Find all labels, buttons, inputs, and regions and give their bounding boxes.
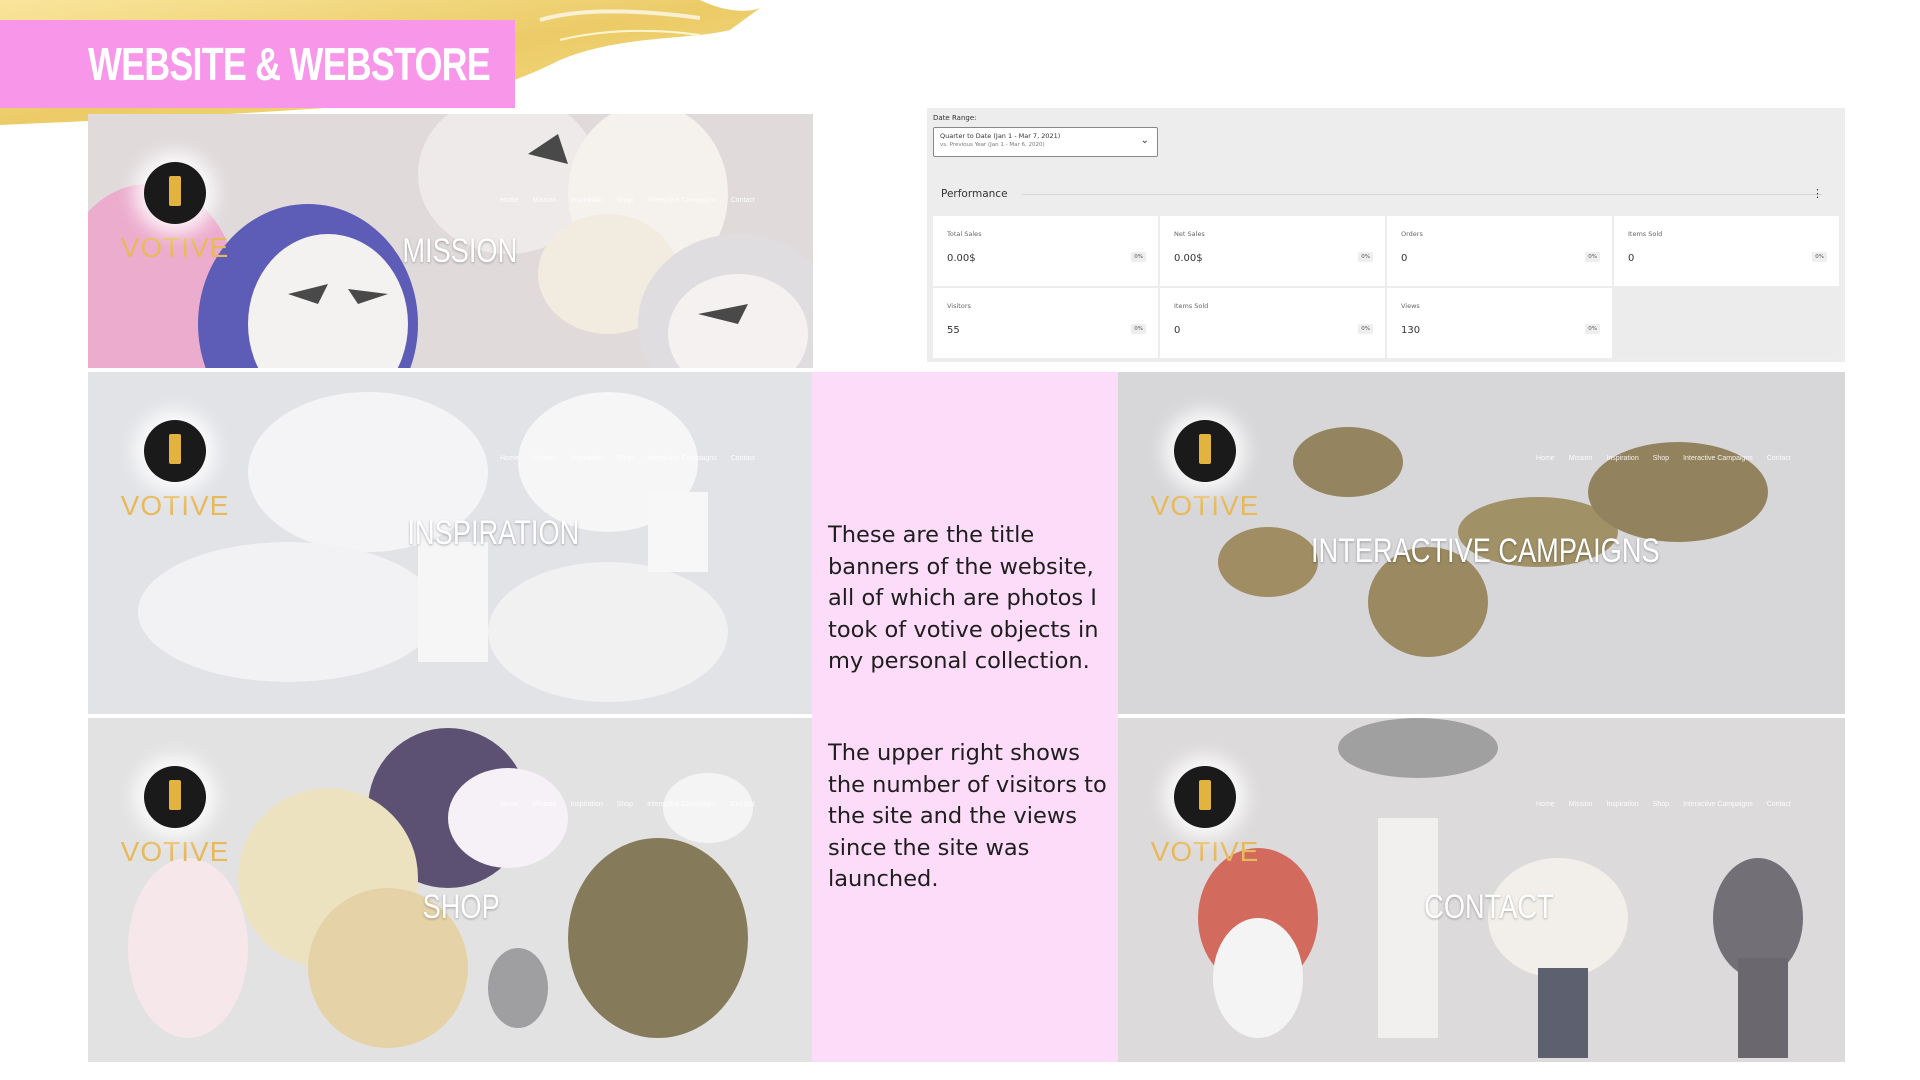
votive-logo[interactable]: VOTIVE — [120, 162, 230, 272]
empty-cell — [1614, 288, 1839, 358]
nav-mission[interactable]: Mission — [1569, 801, 1593, 808]
nav-shop[interactable]: Shop — [617, 197, 633, 204]
nav-inspiration[interactable]: Inspiration — [570, 197, 602, 204]
more-options-icon[interactable]: ⋮ — [1812, 187, 1823, 200]
date-range-label: Date Range: — [933, 114, 977, 122]
change-badge: 0% — [1131, 324, 1146, 334]
site-nav: Home Mission Inspiration Shop Interactiv… — [1536, 455, 1791, 462]
candle-icon — [1174, 766, 1236, 828]
nav-inspiration[interactable]: Inspiration — [1606, 455, 1638, 462]
banner-title: INTERACTIVE CAMPAIGNS — [1311, 532, 1660, 570]
candle-icon — [144, 766, 206, 828]
votive-logo[interactable]: VOTIVE — [120, 766, 230, 876]
slide-title: WEBSITE & WEBSTORE — [88, 38, 491, 90]
date-range-compare: vs. Previous Year (Jan 1 - Mar 6, 2020) — [940, 142, 1045, 148]
nav-interactive-campaigns[interactable]: Interactive Campaigns — [647, 801, 717, 808]
banner-contact: VOTIVE Home Mission Inspiration Shop Int… — [1118, 718, 1845, 1062]
nav-mission[interactable]: Mission — [533, 197, 557, 204]
slide-title-box: WEBSITE & WEBSTORE — [0, 20, 515, 108]
nav-home[interactable]: Home — [500, 197, 519, 204]
nav-shop[interactable]: Shop — [617, 801, 633, 808]
date-range-select[interactable]: Quarter to Date (Jan 1 - Mar 7, 2021) vs… — [933, 127, 1158, 157]
candle-icon — [144, 162, 206, 224]
banner-shop: VOTIVE Home Mission Inspiration Shop Int… — [88, 718, 813, 1062]
nav-mission[interactable]: Mission — [533, 801, 557, 808]
nav-contact[interactable]: Contact — [731, 455, 755, 462]
banner-title: SHOP — [422, 888, 500, 926]
metric-card[interactable]: Views 130 0% — [1387, 288, 1612, 358]
site-nav: Home Mission Inspiration Shop Interactiv… — [500, 197, 755, 204]
change-badge: 0% — [1585, 324, 1600, 334]
nav-inspiration[interactable]: Inspiration — [1606, 801, 1638, 808]
metric-card[interactable]: Items Sold 0 0% — [1160, 288, 1385, 358]
change-badge: 0% — [1358, 324, 1373, 334]
site-nav: Home Mission Inspiration Shop Interactiv… — [1536, 801, 1791, 808]
description-paragraph-2: The upper right shows the number of visi… — [828, 740, 1107, 892]
metric-card[interactable]: Visitors 55 0% — [933, 288, 1158, 358]
candle-icon — [144, 420, 206, 482]
metric-card[interactable]: Net Sales 0.00$ 0% — [1160, 216, 1385, 286]
change-badge: 0% — [1585, 252, 1600, 262]
nav-inspiration[interactable]: Inspiration — [570, 801, 602, 808]
metrics-grid: Total Sales 0.00$ 0% Net Sales 0.00$ 0% … — [933, 216, 1839, 358]
metric-card[interactable]: Orders 0 0% — [1387, 216, 1612, 286]
nav-interactive-campaigns[interactable]: Interactive Campaigns — [647, 197, 717, 204]
nav-interactive-campaigns[interactable]: Interactive Campaigns — [1683, 801, 1753, 808]
banner-title: INSPIRATION — [407, 514, 580, 552]
votive-logo[interactable]: VOTIVE — [120, 420, 230, 530]
description-paragraph-1: These are the title banners of the websi… — [828, 522, 1099, 674]
change-badge: 0% — [1131, 252, 1146, 262]
nav-mission[interactable]: Mission — [1569, 455, 1593, 462]
banner-title: MISSION — [402, 232, 518, 270]
metric-card[interactable]: Total Sales 0.00$ 0% — [933, 216, 1158, 286]
date-range-value: Quarter to Date (Jan 1 - Mar 7, 2021) — [940, 132, 1061, 140]
votive-logo[interactable]: VOTIVE — [1150, 420, 1260, 530]
nav-interactive-campaigns[interactable]: Interactive Campaigns — [647, 455, 717, 462]
nav-home[interactable]: Home — [500, 801, 519, 808]
nav-contact[interactable]: Contact — [731, 197, 755, 204]
change-badge: 0% — [1358, 252, 1373, 262]
divider — [1022, 194, 1822, 195]
analytics-dashboard: Date Range: Quarter to Date (Jan 1 - Mar… — [927, 108, 1845, 362]
nav-interactive-campaigns[interactable]: Interactive Campaigns — [1683, 455, 1753, 462]
nav-home[interactable]: Home — [1536, 455, 1555, 462]
performance-heading: Performance — [941, 188, 1008, 200]
nav-shop[interactable]: Shop — [1653, 801, 1669, 808]
nav-shop[interactable]: Shop — [1653, 455, 1669, 462]
change-badge: 0% — [1812, 252, 1827, 262]
nav-contact[interactable]: Contact — [1767, 801, 1791, 808]
votive-logo[interactable]: VOTIVE — [1150, 766, 1260, 876]
nav-shop[interactable]: Shop — [617, 455, 633, 462]
metric-card[interactable]: Items Sold 0 0% — [1614, 216, 1839, 286]
chevron-down-icon: ⌄ — [1140, 135, 1149, 146]
banner-interactive-campaigns: VOTIVE Home Mission Inspiration Shop Int… — [1118, 372, 1845, 714]
banner-mission: VOTIVE Home Mission Inspiration Shop Int… — [88, 114, 813, 368]
candle-icon — [1174, 420, 1236, 482]
nav-mission[interactable]: Mission — [533, 455, 557, 462]
site-nav: Home Mission Inspiration Shop Interactiv… — [500, 455, 755, 462]
nav-contact[interactable]: Contact — [1767, 455, 1791, 462]
nav-home[interactable]: Home — [500, 455, 519, 462]
site-nav: Home Mission Inspiration Shop Interactiv… — [500, 801, 755, 808]
banner-title: CONTACT — [1424, 888, 1554, 926]
nav-home[interactable]: Home — [1536, 801, 1555, 808]
banner-inspiration: VOTIVE Home Mission Inspiration Shop Int… — [88, 372, 813, 714]
description-panel: These are the title banners of the websi… — [812, 372, 1118, 1062]
nav-inspiration[interactable]: Inspiration — [570, 455, 602, 462]
nav-contact[interactable]: Contact — [731, 801, 755, 808]
slide: { "slide": { "title": "WEBSITE & WEBSTOR… — [0, 0, 1920, 1080]
